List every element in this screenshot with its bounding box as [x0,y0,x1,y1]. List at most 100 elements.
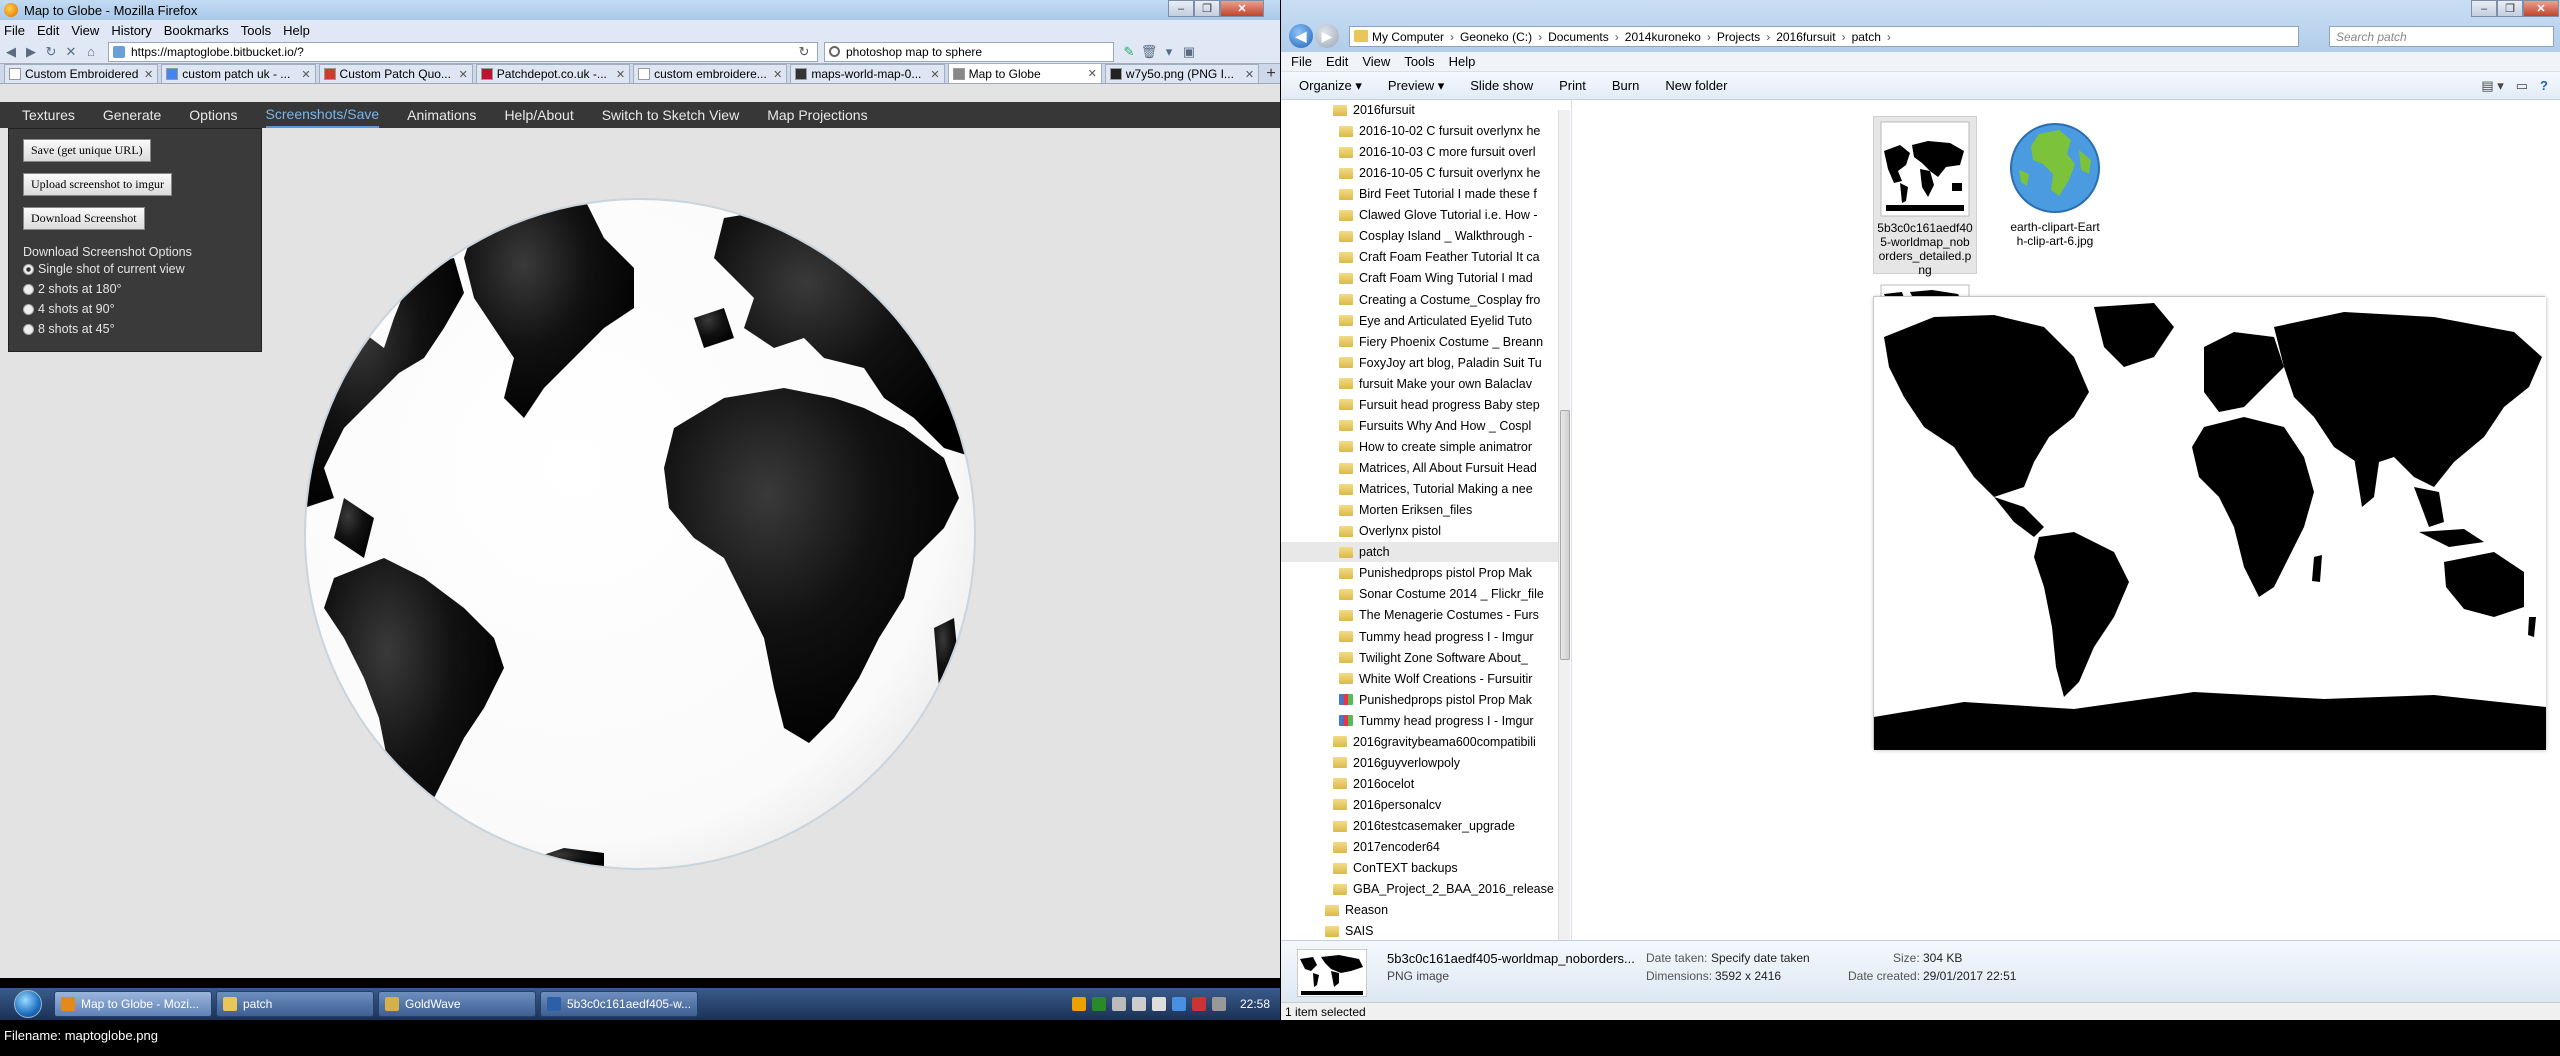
breadcrumb-item[interactable]: 2016fursuit [1776,30,1835,44]
breadcrumb-item[interactable]: Documents [1548,30,1609,44]
tree-item[interactable]: SAIS [1325,921,1374,940]
tree-item[interactable]: Craft Foam Feather Tutorial It ca [1339,247,1540,267]
file-item[interactable]: earth-clipart-Eart h-clip-art-6.jpg [2003,116,2107,248]
screenshot-icon[interactable]: ▣ [1182,44,1196,59]
tree-item[interactable]: Overlynx pistol [1339,521,1441,541]
breadcrumb-chevron-icon[interactable]: › [1766,30,1770,44]
ex-menu-file[interactable]: File [1291,54,1312,69]
minimize-button[interactable]: – [1168,0,1194,17]
tab-close-icon[interactable]: ✕ [616,68,625,81]
tree-item[interactable]: 2016personalcv [1333,795,1441,815]
breadcrumb-item[interactable]: 2014kuroneko [1625,30,1701,44]
url-reload-icon[interactable]: ↻ [794,44,814,60]
new-tab-button[interactable]: + [1262,65,1280,83]
taskbar-item[interactable]: GoldWave [378,991,536,1017]
tree-item[interactable]: 2016-10-02 C fursuit overlynx he [1339,121,1540,141]
tree-item[interactable]: Punishedprops pistol Prop Mak [1339,563,1532,583]
file-item[interactable]: 5b3c0c161aedf40 5-worldmap_nob orders_deta… [1873,116,1977,277]
app-nav-options[interactable]: Options [189,103,237,127]
tray-speaker-icon[interactable] [1111,997,1126,1011]
tree-item[interactable]: Reason [1325,900,1388,920]
browser-tab[interactable]: custom patch uk - ... ✕ [161,64,316,83]
tray-bluetooth-icon[interactable] [1171,997,1186,1011]
tree-item[interactable]: 2016-10-03 C more fursuit overl [1339,142,1535,162]
views-icon[interactable]: ▤ ▾ [2481,78,2503,94]
tree-item[interactable]: Tummy head progress I - Imgur [1339,711,1534,731]
tree-item[interactable]: 2016-10-05 C fursuit overlynx he [1339,163,1540,183]
menu-tools[interactable]: Tools [241,23,271,38]
preview-button[interactable]: Preview ▾ [1388,78,1444,94]
menu-bookmarks[interactable]: Bookmarks [164,23,229,38]
tree-item[interactable]: Fursuit head progress Baby step [1339,395,1540,415]
nav-scrollbar[interactable] [1558,110,1570,940]
app-nav-animations[interactable]: Animations [407,103,476,127]
tray-monitor-icon[interactable] [1091,997,1106,1011]
tray-flag-icon[interactable] [1131,997,1146,1011]
radio-button[interactable] [23,263,34,275]
tab-close-icon[interactable]: ✕ [459,68,468,81]
explorer-minimize-button[interactable]: – [2471,0,2497,17]
tree-item[interactable]: How to create simple animatror [1339,437,1532,457]
start-button[interactable] [6,988,50,1020]
breadcrumb-chevron-icon[interactable]: › [1707,30,1711,44]
tree-item[interactable]: 2016gravitybeama600compatibili [1333,732,1536,752]
tree-item[interactable]: Matrices, All About Fursuit Head [1339,458,1537,478]
breadcrumb-chevron-icon[interactable]: › [1615,30,1619,44]
menu-edit[interactable]: Edit [37,23,59,38]
tree-item[interactable]: GBA_Project_2_BAA_2016_release [1333,879,1554,899]
menu-file[interactable]: File [4,23,25,38]
burn-button[interactable]: Burn [1612,78,1639,93]
maximize-button[interactable]: ❐ [1194,0,1220,17]
tab-close-icon[interactable]: ✕ [1088,67,1097,80]
tab-close-icon[interactable]: ✕ [1245,68,1254,81]
tree-item[interactable]: The Menagerie Costumes - Furs [1339,605,1539,625]
screenshot-option[interactable]: 8 shots at 45° [23,322,247,336]
tray-volume-icon[interactable] [1211,997,1226,1011]
date-taken-value[interactable]: Specify date taken [1711,951,1810,965]
app-nav-map-projections[interactable]: Map Projections [767,103,867,127]
clock[interactable]: 22:58 [1240,997,1270,1011]
tree-item[interactable]: 2016ocelot [1333,774,1414,794]
ex-menu-view[interactable]: View [1362,54,1390,69]
app-nav-textures[interactable]: Textures [22,103,75,127]
tree-item[interactable]: Eye and Articulated Eyelid Tuto [1339,311,1532,331]
screenshot-option[interactable]: 4 shots at 90° [23,302,247,316]
addon-icon[interactable]: ✎ [1122,44,1136,59]
breadcrumb-item[interactable]: My Computer [1372,30,1444,44]
tree-item[interactable]: ConTEXT backups [1333,858,1458,878]
screenshot-option[interactable]: Single shot of current view [23,262,247,276]
url-bar[interactable]: https://maptoglobe.bitbucket.io/? [108,41,818,62]
browser-tab[interactable]: Custom Embroidered ... ✕ [4,64,159,83]
site-identity-icon[interactable] [113,45,125,58]
dropdown-icon[interactable]: ▾ [1162,44,1176,59]
tab-close-icon[interactable]: ✕ [930,68,939,81]
tab-close-icon[interactable]: ✕ [773,68,782,81]
tree-item[interactable]: FoxyJoy art blog, Paladin Suit Tu [1339,353,1542,373]
slideshow-button[interactable]: Slide show [1470,78,1533,93]
tree-item[interactable]: Bird Feet Tutorial I made these f [1339,184,1537,204]
tree-item[interactable]: Sonar Costume 2014 _ Flickr_file [1339,584,1544,604]
explorer-close-button[interactable]: ✕ [2523,0,2559,17]
tree-item[interactable]: Clawed Glove Tutorial i.e. How - [1339,205,1538,225]
explorer-address-bar[interactable]: My Computer › Geoneko (C:) › Documents › 2014k… [1349,26,2299,47]
radio-button[interactable] [23,283,34,295]
trash-icon[interactable]: 🗑 [1141,44,1158,59]
tree-item[interactable]: Tummy head progress I - Imgur [1339,627,1534,647]
tray-alert-icon[interactable] [1191,997,1206,1011]
browser-tab[interactable]: Patchdepot.co.uk -... ✕ [475,64,631,83]
tree-item[interactable]: fursuit Make your own Balaclav [1339,374,1532,394]
home-icon[interactable]: ⌂ [84,44,98,59]
browser-tab[interactable]: Map to Globe ✕ [947,63,1102,83]
explorer-back-icon[interactable]: ◀ [1289,24,1313,48]
breadcrumb-item[interactable]: Geoneko (C:) [1460,30,1532,44]
tree-item[interactable]: Punishedprops pistol Prop Mak [1339,690,1532,710]
breadcrumb-chevron-icon[interactable]: › [1842,30,1846,44]
upload-imgur-button[interactable]: Upload screenshot to imgur [23,173,172,196]
browser-tab[interactable]: maps-world-map-0... ✕ [790,64,945,83]
globe-canvas[interactable] [304,198,976,870]
tree-item[interactable]: 2016guyverlowpoly [1333,753,1460,773]
breadcrumb-item[interactable]: Projects [1717,30,1760,44]
app-nav-help-about[interactable]: Help/About [504,103,573,127]
tree-item[interactable]: Twilight Zone Software About_ [1339,648,1528,668]
browser-tab[interactable]: w7y5o.png (PNG I... ✕ [1104,64,1260,83]
